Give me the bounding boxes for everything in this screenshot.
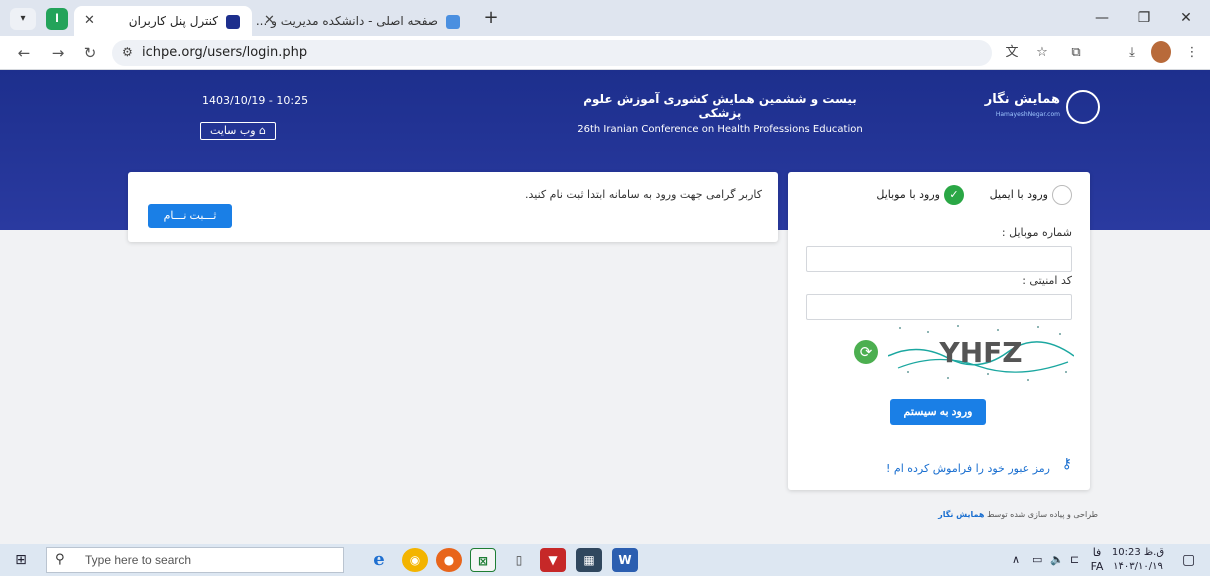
website-button[interactable]: ⌂ وب سایت [200,122,276,140]
word-icon[interactable]: W [612,548,638,572]
login-mobile-label: ورود با موبایل [876,188,940,201]
login-card: ورود با ایمیل ✓ ورود با موبایل شماره موبا… [788,172,1090,490]
back-icon[interactable]: ← [12,41,36,65]
red-app-icon[interactable]: ▼ [540,548,566,572]
tab-user-panel[interactable]: کنترل پنل کاربران ✕ [74,6,252,36]
edge-legacy-icon[interactable]: e [366,548,392,572]
extensions-icon[interactable]: ⧉ [1064,41,1088,65]
tab-close-icon[interactable]: ✕ [84,6,95,36]
windows-taskbar: ⊞ ⚲ Type here to search e ◉ ● ⊠ ▯ ▼ ▦ W … [0,544,1210,576]
clock-date: ۱۴۰۳/۱۰/۱۹ [1113,561,1163,572]
notification-icon[interactable]: ▢ [1182,544,1195,576]
footer-credit-text: طراحی و پیاده سازی شده توسط [986,510,1098,519]
mobile-label: شماره موبایل : [1001,226,1072,239]
forward-icon[interactable]: → [46,41,70,65]
footer-brand-link[interactable]: همایش نگار [938,510,984,519]
tray-chevron-icon[interactable]: ∧ [1012,544,1020,576]
language-fa: فا [1092,546,1102,559]
address-bar[interactable]: ⚙ ichpe.org/users/login.php [112,40,992,66]
pinned-tab-icon[interactable]: ا [46,8,68,30]
login-mobile-option[interactable]: ✓ ورود با موبایل [876,184,964,206]
login-email-option[interactable]: ورود با ایمیل [990,184,1072,206]
taskbar-clock[interactable]: 10:23 ق.ظ ۱۴۰۳/۱۰/۱۹ [1110,546,1166,574]
hamayesh-negar-logo[interactable]: همایش نگار HamayeshNegar.com [976,90,1100,126]
tab-favicon-icon [226,14,240,29]
header-datetime: 1403/10/19 - 10:25 [202,94,309,107]
login-method-options: ورود با ایمیل ✓ ورود با موبایل [806,184,1072,206]
translate-icon[interactable]: 文 [1000,41,1024,65]
taskbar-search-placeholder: Type here to search [85,553,192,567]
new-tab-button[interactable]: + [480,8,502,30]
site-info-icon[interactable]: ⚙ [122,45,133,59]
volume-icon[interactable]: 🔈 [1050,544,1064,576]
key-icon[interactable]: ⚷ [1062,456,1072,472]
conference-title-en: 26th Iranian Conference on Health Profes… [577,124,863,135]
register-button[interactable]: ثـــبت نـــام [148,204,232,228]
restore-icon[interactable]: ❐ [1124,6,1164,30]
download-icon[interactable]: ⤓ [1120,41,1144,65]
radio-unchecked-icon[interactable] [1052,185,1072,205]
browser-toolbar: ← → ↻ ⚙ ichpe.org/users/login.php 文 ☆ ⧉ … [0,36,1210,70]
captcha-image: YHFZ [887,322,1075,384]
battery-icon[interactable]: ▭ [1032,544,1042,576]
tab-favicon-icon [446,14,460,29]
app-placeholder-icon[interactable]: ▯ [506,548,532,572]
windows-start-icon[interactable]: ⊞ [10,550,32,570]
home-icon: ⌂ [255,124,267,137]
language-indicator[interactable]: فا FA [1090,546,1104,576]
close-window-icon[interactable]: ✕ [1166,6,1206,30]
logo-subtitle: HamayeshNegar.com [995,111,1060,118]
footer-credit: طراحی و پیاده سازی شده توسط همایش نگار [938,510,1098,519]
tab-close-icon[interactable]: ✕ [264,6,275,36]
bookmark-star-icon[interactable]: ☆ [1030,41,1054,65]
browser-tab-bar: ▾ ا کنترل پنل کاربران ✕ صفحه اصلی - دانش… [0,0,1210,36]
logo-emblem-icon [1066,90,1100,124]
taskbar-search-box[interactable]: ⚲ Type here to search [46,547,344,573]
login-submit-button[interactable]: ورود به سیستم [890,399,986,425]
network-icon[interactable]: ⊏ [1070,544,1079,576]
search-icon: ⚲ [55,552,65,567]
radio-checked-icon[interactable]: ✓ [944,185,964,205]
firefox-icon[interactable]: ● [436,548,462,572]
tab-search-chevron-icon[interactable]: ▾ [10,8,36,30]
language-code: FA [1090,560,1104,573]
profile-avatar[interactable] [1151,41,1171,63]
captcha-label: کد امنیتی : [1022,274,1072,287]
mobile-input[interactable] [806,246,1072,272]
menu-dots-icon[interactable]: ⋮ [1180,41,1204,65]
logo-name: همایش نگار [984,92,1060,107]
chrome-icon[interactable]: ◉ [402,548,428,572]
captcha-refresh-icon[interactable]: ⟳ [854,340,878,364]
minimize-icon[interactable]: — [1082,6,1122,30]
conference-title-fa: بیست و ششمین همایش کشوری آموزش علوم پزشک… [583,92,857,120]
captcha-text: YHFZ [938,336,1022,369]
register-card: کاربر گرامی جهت ورود به سامانه ابتدا ثبت… [128,172,778,242]
tab-label: صفحه اصلی - دانشکده مدیریت و ... [255,14,438,28]
calculator-icon[interactable]: ▦ [576,548,602,572]
url-text[interactable]: ichpe.org/users/login.php [142,40,307,66]
page-content: 1403/10/19 - 10:25 ⌂ وب سایت بیست و ششمی… [0,70,1210,544]
forgot-password-link[interactable]: رمز عبور خود را فراموش کرده ام ! [886,462,1050,475]
excel-like-app-icon[interactable]: ⊠ [470,548,496,572]
login-email-label: ورود با ایمیل [989,188,1048,201]
tab-management-school[interactable]: صفحه اصلی - دانشکده مدیریت و ... ✕ [254,6,472,36]
clock-time: 10:23 ق.ظ [1111,547,1165,558]
reload-icon[interactable]: ↻ [78,41,102,65]
register-message: کاربر گرامی جهت ورود به سامانه ابتدا ثبت… [525,188,762,201]
captcha-input[interactable] [806,294,1072,320]
tab-label: کنترل پنل کاربران [128,14,218,28]
website-button-label: وب سایت [209,124,256,137]
